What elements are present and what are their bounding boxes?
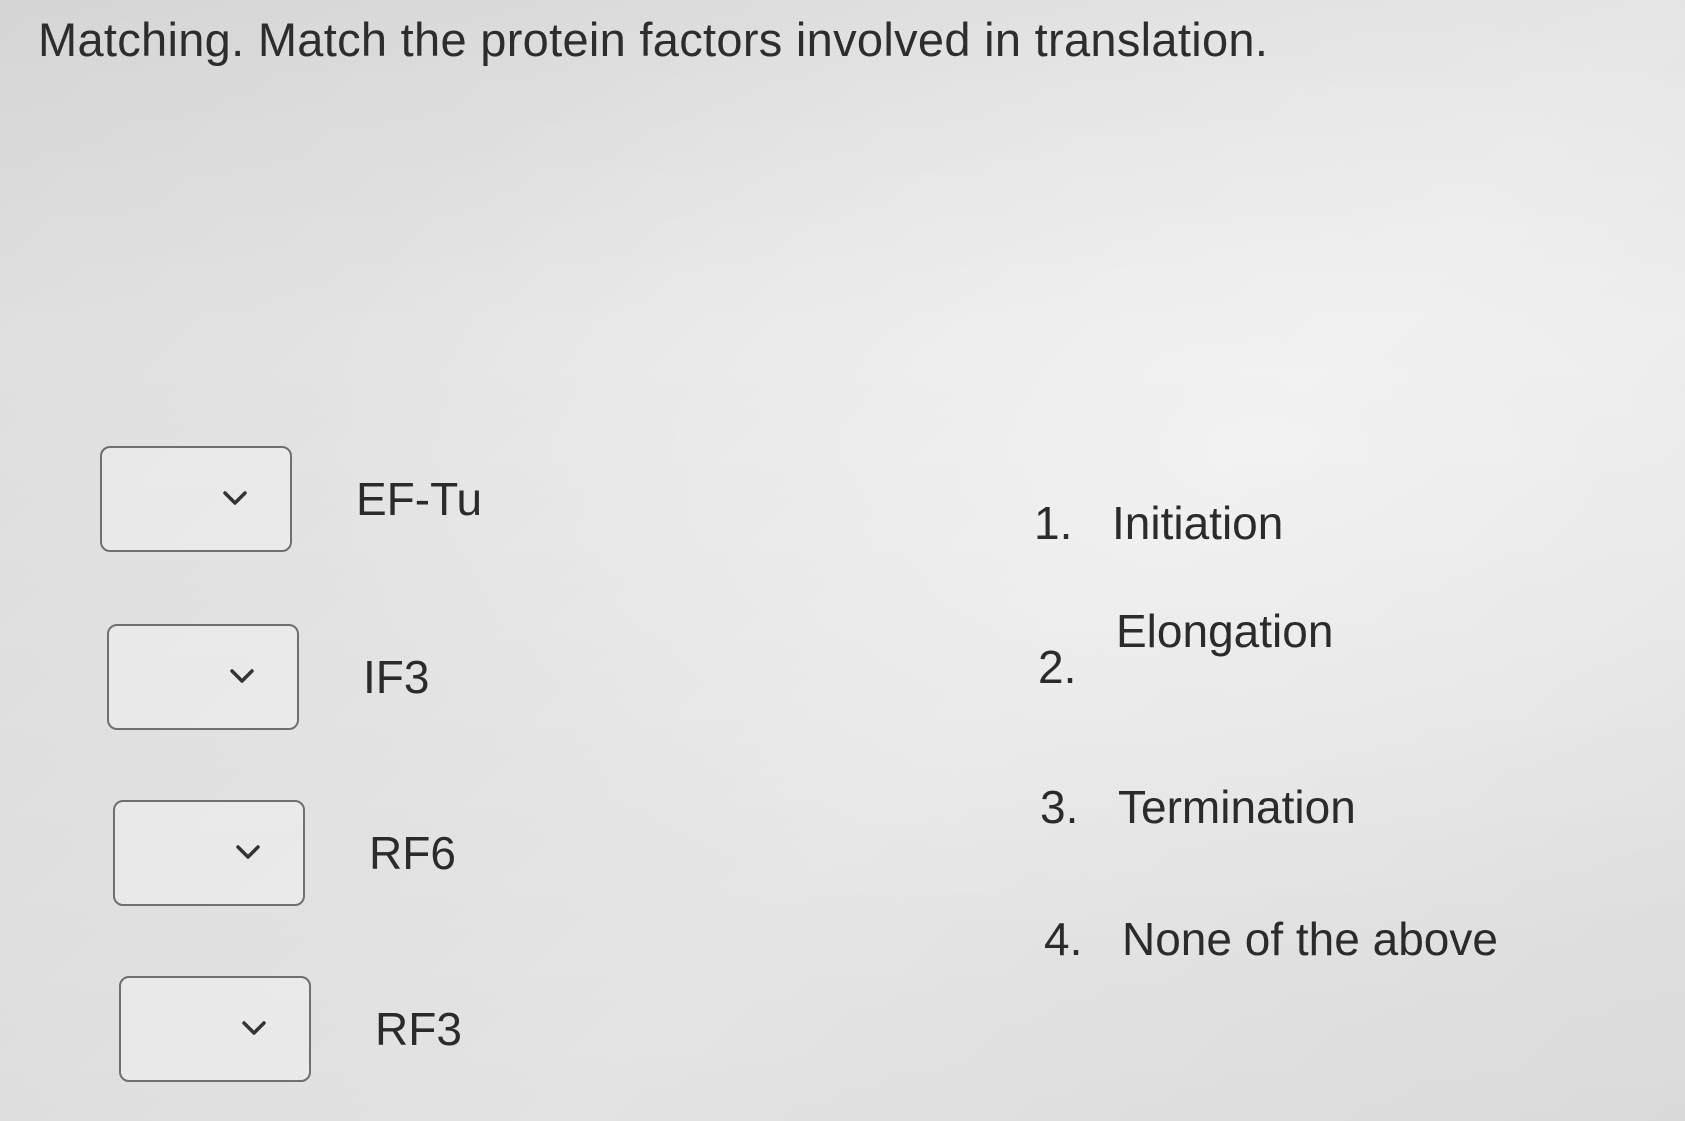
option-number: 3. bbox=[1040, 781, 1079, 833]
option-3: 3. Termination bbox=[1040, 780, 1356, 834]
chevron-down-icon bbox=[242, 1021, 266, 1035]
option-4: 4. None of the above bbox=[1044, 912, 1498, 966]
factor-label-rf6: RF6 bbox=[369, 827, 456, 879]
match-row-ef-tu: EF-Tu bbox=[100, 446, 482, 552]
factor-label-if3: IF3 bbox=[363, 651, 430, 703]
chevron-down-icon bbox=[230, 669, 254, 683]
question-title: Matching. Match the protein factors invo… bbox=[38, 13, 1269, 66]
factor-label-ef-tu: EF-Tu bbox=[356, 473, 483, 525]
option-label: Initiation bbox=[1112, 497, 1284, 549]
chevron-down-icon bbox=[236, 845, 260, 859]
option-label: Termination bbox=[1118, 781, 1356, 833]
match-row-rf6: RF6 bbox=[113, 800, 456, 906]
chevron-down-icon bbox=[223, 491, 247, 505]
option-number: 4. bbox=[1044, 913, 1083, 965]
option-label: None of the above bbox=[1122, 913, 1498, 965]
answer-dropdown-if3[interactable] bbox=[107, 624, 299, 730]
option-1: 1. Initiation bbox=[1034, 496, 1283, 550]
option-2-number: 2. bbox=[1038, 641, 1077, 693]
page: { "question": { "title": "Matching. Matc… bbox=[0, 0, 1685, 1121]
answer-dropdown-ef-tu[interactable] bbox=[100, 446, 292, 552]
factor-label-rf3: RF3 bbox=[375, 1003, 462, 1055]
answer-dropdown-rf3[interactable] bbox=[119, 976, 311, 1082]
option-number: 1. bbox=[1034, 497, 1073, 549]
answer-dropdown-rf6[interactable] bbox=[113, 800, 305, 906]
match-row-if3: IF3 bbox=[107, 624, 429, 730]
option-2-label: Elongation bbox=[1116, 605, 1334, 657]
match-row-rf3: RF3 bbox=[119, 976, 462, 1082]
